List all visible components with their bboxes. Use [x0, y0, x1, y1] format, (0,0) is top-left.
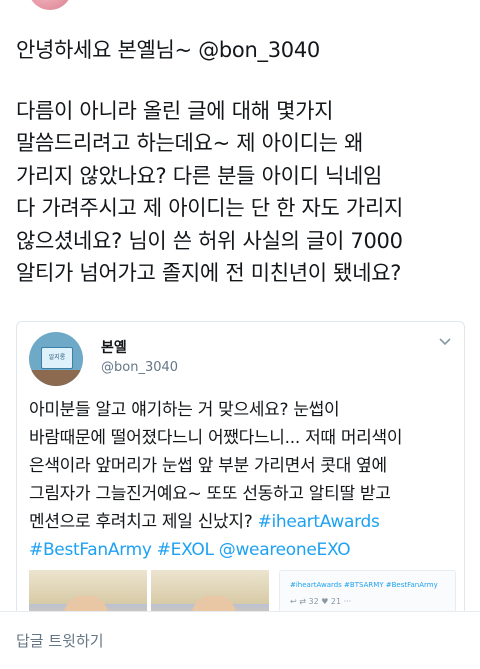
tweet-line: 안녕하세요 본옐님~ @bon_3040 [16, 38, 320, 62]
quoted-line: 은색이라 앞머리가 눈썹 앞 부분 가리면서 콧대 옆에 [29, 456, 387, 476]
tweet-line: 알티가 넘어가고 졸지에 전 미친년이 됐네요? [16, 261, 402, 285]
quoted-line-text: 멘션으로 후려치고 제일 신났지? [29, 512, 258, 532]
screenshot-action-icons: ↩ ⇄ 32 ♥ 21 ··· [290, 597, 352, 606]
avatar-sign: 알지롱 [41, 347, 73, 369]
tweet-line: 말씀드리려고 하는데요~ 제 아이디는 왜 [16, 131, 364, 155]
quoted-author-name[interactable]: 본옐 [101, 337, 127, 357]
hashtag-link[interactable]: #iheartAwards [258, 512, 380, 532]
quoted-line: 그림자가 그늘진거예요~ 또또 선동하고 알티딸 받고 [29, 484, 391, 504]
tweet-line: 가리지 않았나요? 다른 분들 아이디 닉네임 [16, 163, 383, 188]
quoted-tweet-text: 아미분들 알고 얘기하는 거 맞으세요? 눈썹이 바람때문에 떨어졌다느니 어쨌… [29, 396, 454, 564]
screenshot-hashtags: #iheartAwards #BTSARMY #BestFanArmy [290, 581, 438, 589]
quoted-line: 멘션으로 후려치고 제일 신났지? #iheartAwards [29, 508, 454, 536]
tweet-line: 다름이 아니라 올린 글에 대해 몇가지 [16, 98, 334, 123]
quoted-tweet-card[interactable]: 알지롱 본옐 @bon_3040 아미분들 알고 얘기하는 거 맞으세요? 눈썹… [16, 321, 465, 653]
quoted-line: 바람때문에 떨어졌다느니 어쨌다느니... 저때 머리색이 [29, 428, 403, 448]
quoted-author-handle[interactable]: @bon_3040 [101, 360, 178, 375]
tweet-line: 다 가려주시고 제 아이디는 단 한 자도 가리지 [16, 196, 403, 220]
reply-input-placeholder[interactable]: 답글 트윗하기 [16, 630, 104, 651]
hashtags-line[interactable]: #BestFanArmy #EXOL @weareoneEXO [29, 536, 454, 564]
author-avatar[interactable] [28, 0, 72, 10]
tweet-text: 안녕하세요 본옐님~ @bon_3040 다름이 아니라 올린 글에 대해 몇가… [16, 34, 471, 290]
quoted-line: 아미분들 알고 얘기하는 거 맞으세요? 눈썹이 [29, 400, 340, 420]
reply-composer-bar[interactable]: 답글 트윗하기 [0, 611, 480, 669]
chevron-down-icon[interactable] [438, 334, 452, 348]
tweet-line: 않으셨네요? 님이 쓴 허위 사실의 글이 7000 [16, 228, 403, 253]
quoted-author-avatar[interactable]: 알지롱 [29, 332, 83, 386]
